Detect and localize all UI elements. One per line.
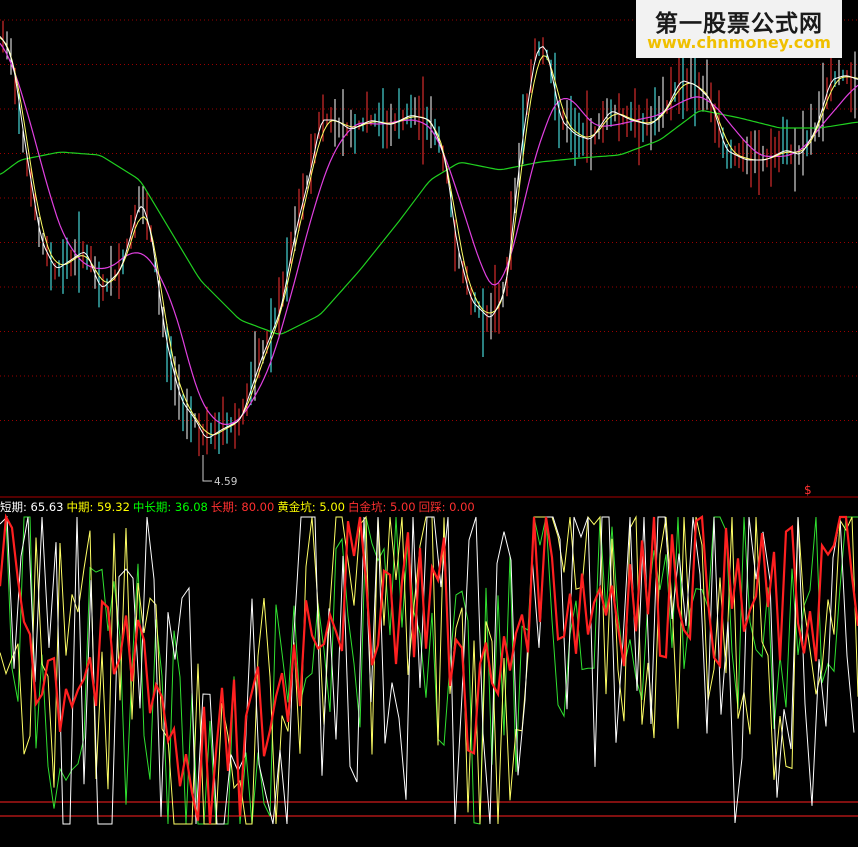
legend-item: 黄金坑: 5.00 <box>277 500 345 514</box>
stock-chart: 4.59 $ <box>0 19 858 825</box>
signal-marker: $ <box>804 483 812 497</box>
ma-mid-line <box>0 37 858 436</box>
legend-item: 长期: 80.00 <box>210 500 275 514</box>
price-candles <box>2 20 856 457</box>
legend-item: 中长期: 36.08 <box>132 500 208 514</box>
low-price-label: 4.59 <box>214 476 237 488</box>
legend-item: 短期: 65.63 <box>0 500 64 514</box>
watermark: 第一股票公式网 www.chnmoney.com <box>636 0 842 58</box>
watermark-url: www.chnmoney.com <box>647 33 831 52</box>
low-price-arrow <box>202 455 212 482</box>
price-grid <box>0 19 858 421</box>
ma-short-line <box>0 36 858 439</box>
indicator-legend: 短期: 65.63 中期: 59.32 中长期: 36.08 长期: 80.00 黄金坑… <box>0 499 478 515</box>
ma-long-line <box>0 42 858 426</box>
legend-item: 回踩: 0.00 <box>418 500 475 514</box>
legend-item: 白金坑: 5.00 <box>347 500 416 514</box>
legend-item: 中期: 59.32 <box>66 500 130 514</box>
low-price-annotation: 4.59 <box>202 455 237 488</box>
